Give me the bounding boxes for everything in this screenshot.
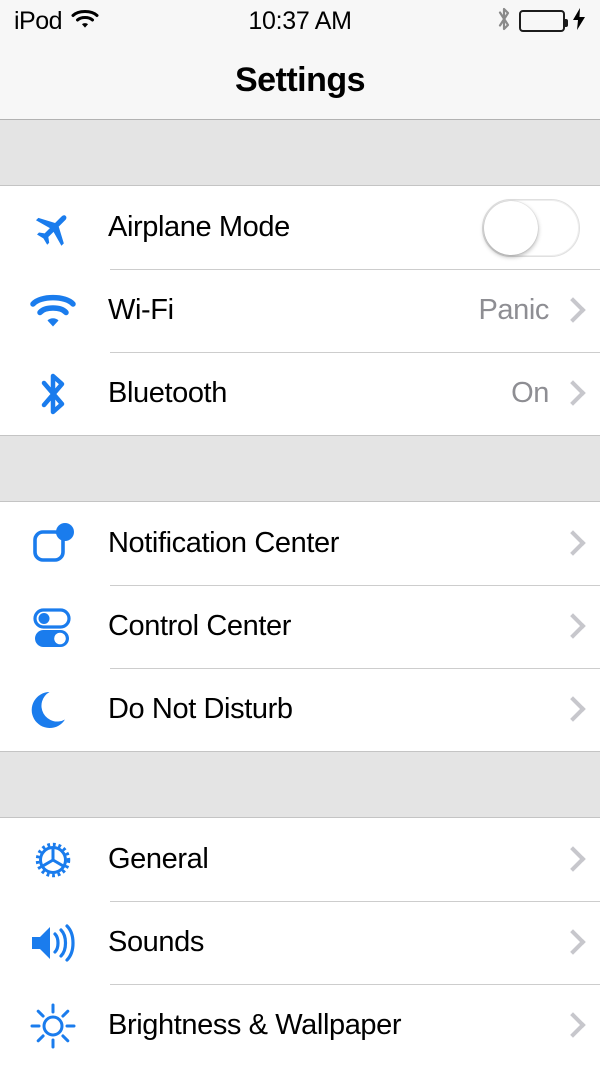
settings-group-notifications: Notification Center Control Center Do No… <box>0 501 600 752</box>
chevron-right-icon <box>563 847 578 873</box>
wifi-icon <box>20 290 86 332</box>
row-sounds[interactable]: Sounds <box>0 901 600 984</box>
airplane-mode-toggle[interactable] <box>482 198 580 257</box>
status-bar: iPod 10:37 AM <box>0 0 600 42</box>
lightning-bolt-icon <box>572 7 586 35</box>
settings-group-connectivity: Airplane Mode Wi-Fi Panic Bluetooth On <box>0 185 600 436</box>
clock-label: 10:37 AM <box>248 6 352 35</box>
row-bluetooth[interactable]: Bluetooth On <box>0 352 600 435</box>
chevron-right-icon <box>563 381 578 407</box>
chevron-right-icon <box>563 531 578 557</box>
chevron-right-icon <box>563 697 578 723</box>
gear-icon <box>20 836 86 884</box>
page-title: Settings <box>234 61 366 99</box>
airplane-icon <box>20 204 86 252</box>
row-label: Do Not Disturb <box>108 693 293 725</box>
row-brightness-wallpaper[interactable]: Brightness & Wallpaper <box>0 984 600 1065</box>
bluetooth-icon <box>496 6 512 37</box>
chevron-right-icon <box>563 1013 578 1039</box>
row-notification-center[interactable]: Notification Center <box>0 502 600 585</box>
do-not-disturb-moon-icon <box>20 686 86 734</box>
row-value: Panic <box>478 294 549 326</box>
speaker-icon <box>20 921 86 965</box>
row-label: Control Center <box>108 610 291 642</box>
group-spacer <box>0 120 600 185</box>
row-general[interactable]: General <box>0 818 600 901</box>
row-do-not-disturb[interactable]: Do Not Disturb <box>0 668 600 751</box>
toggle-knob <box>484 200 538 255</box>
carrier-label: iPod <box>14 6 63 35</box>
notification-center-icon <box>20 520 86 568</box>
row-label: Bluetooth <box>108 377 227 409</box>
wifi-icon <box>71 8 99 35</box>
settings-table: Airplane Mode Wi-Fi Panic Bluetooth On N… <box>0 120 600 1065</box>
row-value: On <box>511 377 549 409</box>
battery-icon <box>519 10 568 32</box>
bluetooth-icon <box>20 370 86 418</box>
row-airplane-mode[interactable]: Airplane Mode <box>0 186 600 269</box>
group-spacer <box>0 752 600 817</box>
row-label: Sounds <box>108 926 204 958</box>
row-label: Airplane Mode <box>108 211 290 243</box>
status-bar-left: iPod <box>14 7 99 36</box>
status-bar-right <box>496 6 586 37</box>
row-label: Wi-Fi <box>108 294 174 326</box>
settings-group-system: General Sounds Brightness & Wallpaper <box>0 817 600 1065</box>
chevron-right-icon <box>563 614 578 640</box>
row-control-center[interactable]: Control Center <box>0 585 600 668</box>
group-spacer <box>0 436 600 501</box>
brightness-sun-icon <box>20 1002 86 1050</box>
row-wifi[interactable]: Wi-Fi Panic <box>0 269 600 352</box>
control-center-icon <box>20 603 86 651</box>
row-label: Brightness & Wallpaper <box>108 1009 402 1041</box>
navigation-bar: Settings <box>0 42 600 120</box>
chevron-right-icon <box>563 930 578 956</box>
row-label: Notification Center <box>108 527 339 559</box>
row-label: General <box>108 843 209 875</box>
chevron-right-icon <box>563 298 578 324</box>
